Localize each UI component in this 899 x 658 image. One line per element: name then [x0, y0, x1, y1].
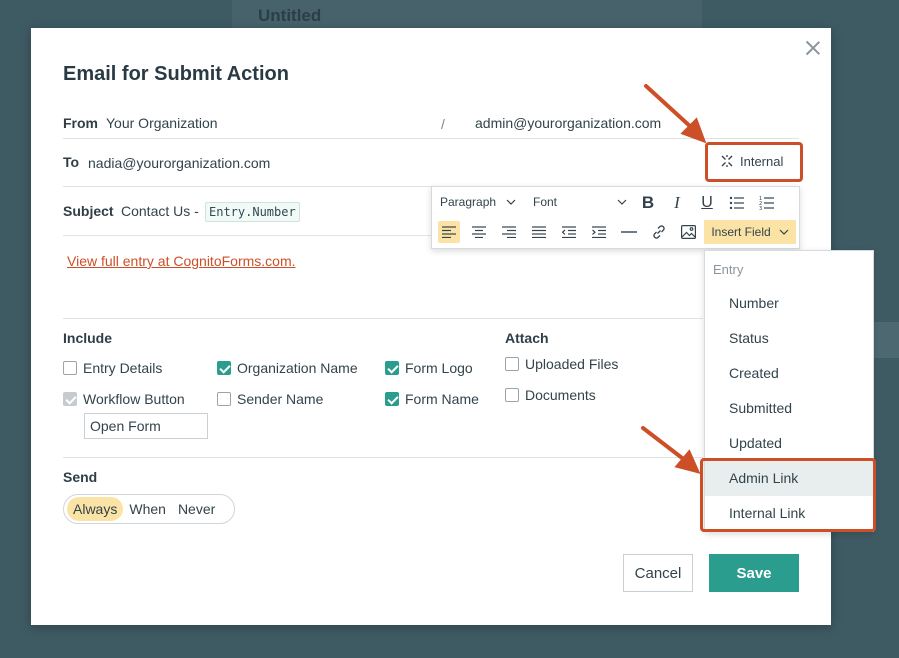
save-button[interactable]: Save [709, 554, 799, 592]
sender-name-checkbox[interactable]: Sender Name [217, 391, 323, 407]
chevron-down-icon [779, 229, 789, 235]
send-always-option[interactable]: Always [67, 497, 124, 521]
checkbox-label: Entry Details [83, 360, 163, 376]
align-right-icon[interactable] [498, 221, 520, 243]
numbered-list-icon[interactable]: 123 [756, 192, 778, 214]
dropdown-item-number[interactable]: Number [705, 286, 873, 321]
subject-label: Subject [63, 203, 114, 219]
dropdown-item-submitted[interactable]: Submitted [705, 391, 873, 426]
dialog-title: Email for Submit Action [63, 63, 289, 85]
workflow-button-text-input[interactable] [84, 413, 208, 439]
chevron-down-icon [506, 199, 516, 205]
align-center-icon[interactable] [468, 221, 490, 243]
bullet-list-icon[interactable] [726, 192, 748, 214]
font-select[interactable]: Font [533, 195, 627, 209]
chevron-down-icon [617, 199, 627, 205]
divider [63, 235, 431, 236]
entry-link[interactable]: View full entry at CognitoForms.com. [67, 253, 296, 269]
rich-text-toolbar: Paragraph Font B I U 123 Insert Field [431, 186, 800, 249]
background-form-title: Untitled [258, 6, 322, 25]
attach-label: Attach [505, 330, 549, 346]
align-justify-icon[interactable] [528, 221, 550, 243]
checkbox-label: Workflow Button [83, 391, 185, 407]
dropdown-item-status[interactable]: Status [705, 321, 873, 356]
svg-text:3: 3 [759, 206, 762, 210]
checkbox-box [385, 361, 399, 375]
paragraph-select[interactable]: Paragraph [440, 195, 516, 209]
horizontal-rule-icon[interactable] [618, 221, 640, 243]
image-icon[interactable] [677, 221, 699, 243]
send-toggle: Always When Never [63, 494, 235, 524]
divider [63, 457, 703, 458]
link-icon[interactable] [648, 221, 670, 243]
to-label: To [63, 154, 80, 170]
entry-details-checkbox[interactable]: Entry Details [63, 360, 162, 376]
cancel-button[interactable]: Cancel [623, 554, 693, 592]
italic-icon[interactable]: I [666, 192, 688, 214]
organization-name-checkbox[interactable]: Organization Name [217, 360, 358, 376]
to-field[interactable]: nadia@yourorganization.com [88, 155, 270, 171]
subject-text[interactable]: Contact Us - [121, 203, 199, 219]
divider [63, 318, 703, 319]
checkbox-box [505, 388, 519, 402]
indent-icon[interactable] [588, 221, 610, 243]
highlight-box [705, 142, 803, 182]
highlight-box [700, 458, 876, 532]
documents-checkbox[interactable]: Documents [505, 387, 596, 403]
send-when-option[interactable]: When [123, 497, 172, 521]
insert-field-label: Insert Field [711, 225, 771, 239]
entry-number-token[interactable]: Entry.Number [205, 202, 300, 222]
uploaded-files-checkbox[interactable]: Uploaded Files [505, 356, 618, 372]
dropdown-item-created[interactable]: Created [705, 356, 873, 391]
outdent-icon[interactable] [558, 221, 580, 243]
paragraph-select-label: Paragraph [440, 195, 497, 209]
from-email[interactable]: admin@yourorganization.com [475, 115, 661, 131]
checkbox-box [63, 392, 77, 406]
from-separator: / [441, 116, 445, 132]
checkbox-label: Form Logo [405, 360, 473, 376]
insert-field-button[interactable]: Insert Field [704, 220, 796, 244]
dropdown-header: Entry [713, 262, 744, 277]
bold-icon[interactable]: B [637, 192, 659, 214]
send-never-option[interactable]: Never [172, 497, 221, 521]
underline-icon[interactable]: U [696, 192, 718, 214]
checkbox-label: Uploaded Files [525, 356, 619, 372]
workflow-button-checkbox[interactable]: Workflow Button [63, 391, 185, 407]
checkbox-label: Organization Name [237, 360, 358, 376]
divider [63, 186, 431, 187]
align-left-icon[interactable] [438, 221, 460, 243]
checkbox-box [217, 392, 231, 406]
checkbox-box [63, 361, 77, 375]
send-label: Send [63, 469, 98, 485]
checkbox-box [217, 361, 231, 375]
checkbox-label: Sender Name [237, 391, 324, 407]
close-icon[interactable] [805, 40, 821, 56]
checkbox-label: Documents [525, 387, 596, 403]
form-name-checkbox[interactable]: Form Name [385, 391, 479, 407]
checkbox-label: Form Name [405, 391, 479, 407]
from-label: From [63, 115, 98, 131]
form-logo-checkbox[interactable]: Form Logo [385, 360, 473, 376]
checkbox-box [385, 392, 399, 406]
checkbox-box [505, 357, 519, 371]
dropdown-item-updated[interactable]: Updated [705, 426, 873, 461]
from-name[interactable]: Your Organization [106, 115, 218, 131]
include-label: Include [63, 330, 113, 346]
font-select-label: Font [533, 195, 558, 209]
divider [63, 138, 799, 139]
